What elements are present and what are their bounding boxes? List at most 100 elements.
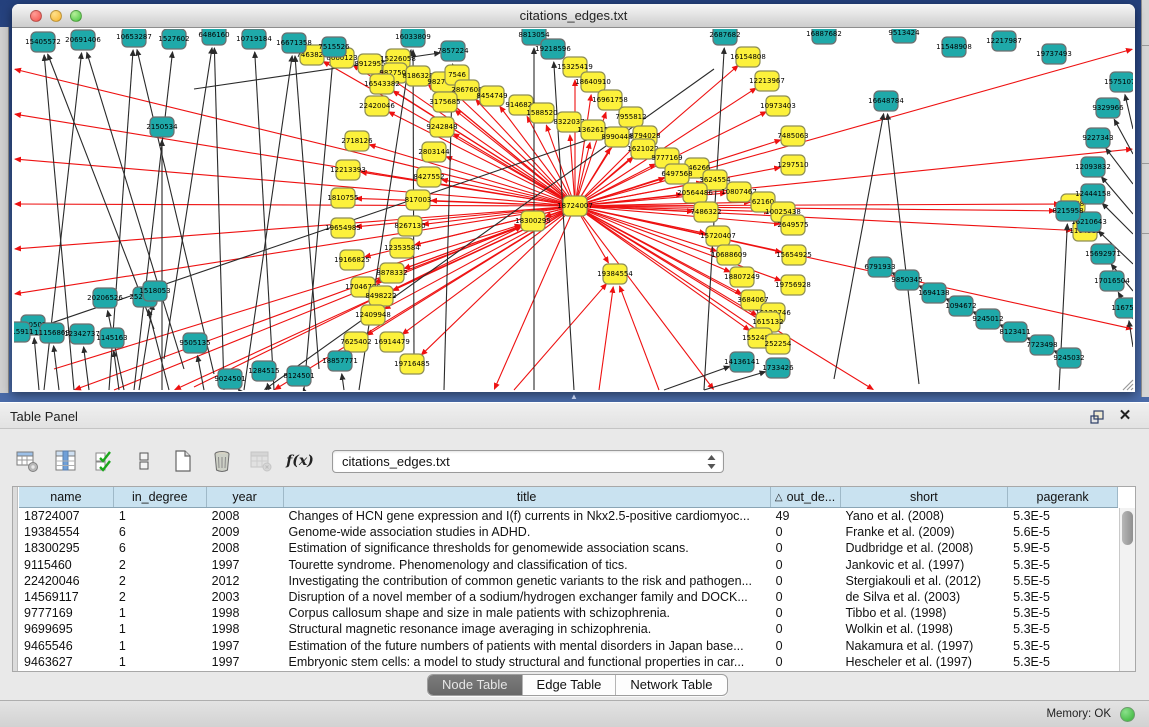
network-node[interactable]: 2649575: [777, 215, 808, 235]
network-node[interactable]: 9245032: [1053, 348, 1084, 368]
network-node[interactable]: 2150534: [146, 117, 178, 137]
edge[interactable]: [444, 64, 453, 390]
network-node[interactable]: 19737493: [1036, 44, 1072, 64]
network-node[interactable]: 1094672: [945, 296, 976, 316]
network-node[interactable]: 15751074: [1104, 72, 1133, 92]
network-canvas[interactable]: 1872400718300295193845547463822866012389…: [14, 29, 1133, 391]
table-row[interactable]: 977716911998Corpus callosum shape and si…: [19, 605, 1118, 621]
network-node[interactable]: 1694138: [918, 283, 949, 303]
network-node[interactable]: 1297510: [777, 155, 808, 175]
network-node[interactable]: 817003: [405, 190, 432, 210]
edge[interactable]: [514, 284, 606, 390]
network-node[interactable]: 2687682: [709, 29, 740, 45]
network-node[interactable]: 8498222: [365, 286, 396, 306]
network-node[interactable]: 8990448: [601, 127, 632, 147]
network-node[interactable]: 8427552: [413, 167, 444, 187]
network-node[interactable]: 8215958: [1052, 201, 1083, 221]
edge[interactable]: [402, 206, 575, 334]
column-header-indegree[interactable]: in_degree: [114, 487, 207, 507]
network-node[interactable]: 10973403: [760, 96, 796, 116]
table-row[interactable]: 1456911722003Disruption of a novel membe…: [19, 589, 1118, 605]
network-node[interactable]: 9024501: [214, 369, 245, 389]
network-node[interactable]: 11548908: [936, 37, 972, 57]
edge[interactable]: [575, 206, 1132, 329]
network-node[interactable]: 16648784: [868, 91, 904, 111]
close-panel-icon[interactable]: ✕: [1117, 408, 1133, 424]
network-node[interactable]: 6486160: [198, 29, 229, 45]
float-panel-icon[interactable]: [1089, 409, 1105, 425]
edge[interactable]: [114, 351, 119, 390]
new-table-icon[interactable]: [170, 448, 196, 474]
network-node[interactable]: 7486322: [690, 202, 721, 222]
network-node[interactable]: 19654985: [325, 218, 361, 238]
network-node[interactable]: 9329966: [1092, 98, 1124, 118]
network-node[interactable]: 10653287: [116, 29, 152, 47]
network-node[interactable]: 6791933: [864, 257, 895, 277]
table-selector-dropdown[interactable]: citations_edges.txt: [332, 450, 724, 473]
network-node[interactable]: 1167534: [1111, 298, 1133, 318]
edge[interactable]: [575, 206, 713, 389]
network-node[interactable]: 19166825: [334, 250, 370, 270]
network-node[interactable]: 1518053: [139, 281, 170, 301]
network-node[interactable]: 9513424: [888, 29, 920, 43]
table-row[interactable]: 2242004622012Investigating the contribut…: [19, 573, 1118, 589]
edge[interactable]: [244, 56, 292, 390]
network-node[interactable]: 2718126: [341, 131, 373, 151]
network-node[interactable]: 7625402: [340, 332, 371, 352]
column-header-name[interactable]: name: [19, 487, 114, 507]
network-node[interactable]: 7723498: [1026, 335, 1057, 355]
column-header-short[interactable]: short: [841, 487, 1009, 507]
edge[interactable]: [34, 338, 39, 390]
row-selection-icon[interactable]: [92, 448, 118, 474]
network-node[interactable]: 20691406: [65, 30, 101, 50]
network-node[interactable]: 6497568: [661, 164, 692, 184]
edge[interactable]: [15, 114, 575, 206]
column-header-year[interactable]: year: [207, 487, 284, 507]
edge[interactable]: [54, 225, 521, 369]
network-node[interactable]: 12217987: [986, 31, 1022, 51]
network-node[interactable]: 7857224: [437, 41, 469, 61]
tab-network-table[interactable]: Network Table: [616, 675, 726, 695]
tab-node-table[interactable]: Node Table: [428, 675, 523, 695]
edge[interactable]: [295, 56, 319, 369]
table-row[interactable]: 969969511998Structural magnetic resonanc…: [19, 621, 1118, 637]
edge[interactable]: [575, 206, 1072, 230]
network-node[interactable]: 1527602: [158, 29, 189, 49]
network-node[interactable]: 7955812: [615, 107, 646, 127]
edge[interactable]: [620, 286, 659, 390]
edge[interactable]: [84, 347, 89, 390]
tab-edge-table[interactable]: Edge Table: [523, 675, 617, 695]
network-node[interactable]: 1145163: [96, 328, 127, 348]
network-node[interactable]: 19716485: [394, 354, 430, 374]
network-node[interactable]: 8454749: [476, 86, 507, 106]
edge[interactable]: [664, 366, 730, 390]
network-node[interactable]: 10719184: [236, 29, 272, 49]
window-titlebar[interactable]: citations_edges.txt: [12, 4, 1135, 28]
table-row[interactable]: 1872400712008Changes of HCN gene express…: [19, 508, 1118, 524]
network-node[interactable]: 14136141: [724, 352, 760, 372]
edge[interactable]: [15, 206, 575, 294]
network-node[interactable]: 1810755: [327, 188, 358, 208]
network-node[interactable]: 9242848: [426, 117, 457, 137]
column-header-pagerank[interactable]: pagerank: [1008, 487, 1118, 507]
network-node[interactable]: 16914479: [374, 332, 410, 352]
table-row[interactable]: 1830029562008Estimation of significance …: [19, 540, 1118, 556]
scrollbar-thumb[interactable]: [1122, 511, 1133, 545]
network-node[interactable]: 12213393: [330, 160, 366, 180]
edge[interactable]: [704, 372, 766, 390]
resize-grip-icon[interactable]: [1120, 377, 1134, 391]
network-node[interactable]: 12353584: [384, 238, 420, 258]
edge[interactable]: [575, 49, 1132, 206]
network-node[interactable]: 3175685: [429, 92, 460, 112]
function-builder-icon[interactable]: f(x): [287, 448, 313, 474]
network-node[interactable]: 8878332: [376, 263, 407, 283]
delete-table-icon[interactable]: [209, 448, 235, 474]
network-node[interactable]: 9245012: [972, 309, 1003, 329]
network-node[interactable]: 15405572: [25, 32, 61, 52]
network-node[interactable]: 16033809: [395, 29, 431, 47]
network-node[interactable]: 252254: [765, 334, 792, 354]
network-node[interactable]: 17016504: [1094, 271, 1130, 291]
edge[interactable]: [15, 204, 575, 206]
network-node[interactable]: 9505135: [179, 333, 210, 353]
network-node[interactable]: 7485063: [777, 126, 808, 146]
